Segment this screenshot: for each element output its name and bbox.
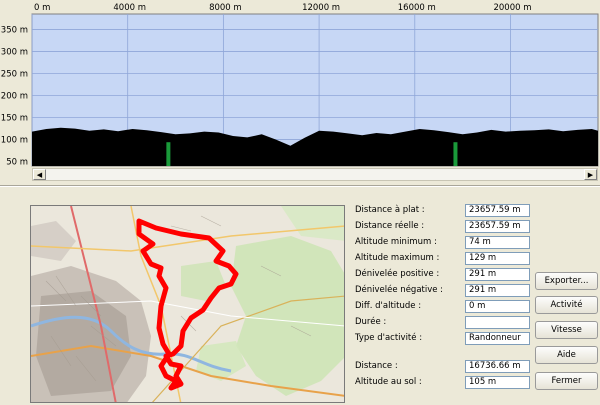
stat-row: Durée :: [355, 316, 535, 330]
x-tick-label: 16000 m: [398, 3, 436, 13]
stat-value: 23657.59 m: [465, 220, 530, 233]
stat-label: Dénivelée négative :: [355, 285, 444, 295]
stat-label: Diff. d'altitude :: [355, 301, 422, 311]
stat-value: 23657.59 m: [465, 204, 530, 217]
position-marker: [166, 142, 171, 166]
stat-label: Altitude au sol :: [355, 377, 422, 387]
stat-value: 16736.66 m: [465, 360, 530, 373]
y-tick-label: 250 m: [1, 69, 28, 79]
stat-row: Altitude maximum : 129 m: [355, 252, 535, 266]
stat-row: Distance réelle : 23657.59 m: [355, 220, 535, 234]
close-button[interactable]: Fermer: [535, 372, 598, 390]
y-tick-label: 300 m: [1, 47, 28, 57]
stat-row: Distance : 16736.66 m: [355, 360, 535, 374]
help-button[interactable]: Aide: [535, 346, 598, 364]
stat-row: Distance à plat : 23657.59 m: [355, 204, 535, 218]
speed-button[interactable]: Vitesse: [535, 321, 598, 339]
y-tick-label: 200 m: [1, 92, 28, 102]
y-tick-label: 350 m: [1, 25, 28, 35]
y-tick-label: 150 m: [1, 114, 28, 124]
stat-value: 291 m: [465, 284, 530, 297]
stat-label: Distance réelle :: [355, 221, 425, 231]
pane-separator[interactable]: [0, 185, 600, 187]
stat-label: Type d'activité :: [355, 333, 423, 343]
stat-label: Durée :: [355, 317, 387, 327]
stat-value: 291 m: [465, 268, 530, 281]
stat-value: 74 m: [465, 236, 530, 249]
terrain-area: [32, 127, 598, 166]
x-tick-label: 8000 m: [209, 3, 242, 13]
x-tick-label: 4000 m: [113, 3, 146, 13]
stat-row: Dénivelée positive : 291 m: [355, 268, 535, 282]
stat-value: Randonneur: [465, 332, 530, 345]
stat-row: Diff. d'altitude : 0 m: [355, 300, 535, 314]
stat-row: Altitude au sol : 105 m: [355, 376, 535, 390]
stat-label: Distance :: [355, 361, 398, 371]
map-canvas[interactable]: [31, 206, 345, 403]
stat-value: [465, 316, 530, 329]
position-marker: [453, 142, 458, 166]
stat-label: Altitude maximum :: [355, 253, 440, 263]
stat-row: Type d'activité : Randonneur: [355, 332, 535, 346]
elevation-chart[interactable]: 0 m 4000 m 8000 m 12000 m 16000 m 20000 m 50 m…: [0, 0, 600, 168]
x-tick-label: 0 m: [34, 3, 50, 13]
scroll-left-arrow-icon[interactable]: ◀: [33, 169, 46, 180]
stat-label: Distance à plat :: [355, 205, 425, 215]
stat-label: Altitude minimum :: [355, 237, 437, 247]
y-tick-label: 100 m: [1, 136, 28, 146]
scroll-right-arrow-icon[interactable]: ▶: [584, 169, 597, 180]
stat-label: Dénivelée positive :: [355, 269, 440, 279]
stat-value: 0 m: [465, 300, 530, 313]
stat-row: Altitude minimum : 74 m: [355, 236, 535, 250]
route-map[interactable]: [30, 205, 345, 403]
stat-value: 105 m: [465, 376, 530, 389]
export-button[interactable]: Exporter...: [535, 272, 598, 290]
y-tick-label: 50 m: [6, 158, 28, 168]
x-tick-label: 12000 m: [302, 3, 340, 13]
x-tick-label: 20000 m: [493, 3, 531, 13]
profile-scrollbar[interactable]: ◀ ▶: [32, 168, 598, 181]
activity-button[interactable]: Activité: [535, 296, 598, 314]
elevation-profile[interactable]: 0 m 4000 m 8000 m 12000 m 16000 m 20000 m 50 m…: [0, 0, 600, 182]
stat-value: 129 m: [465, 252, 530, 265]
stat-row: Dénivelée négative : 291 m: [355, 284, 535, 298]
